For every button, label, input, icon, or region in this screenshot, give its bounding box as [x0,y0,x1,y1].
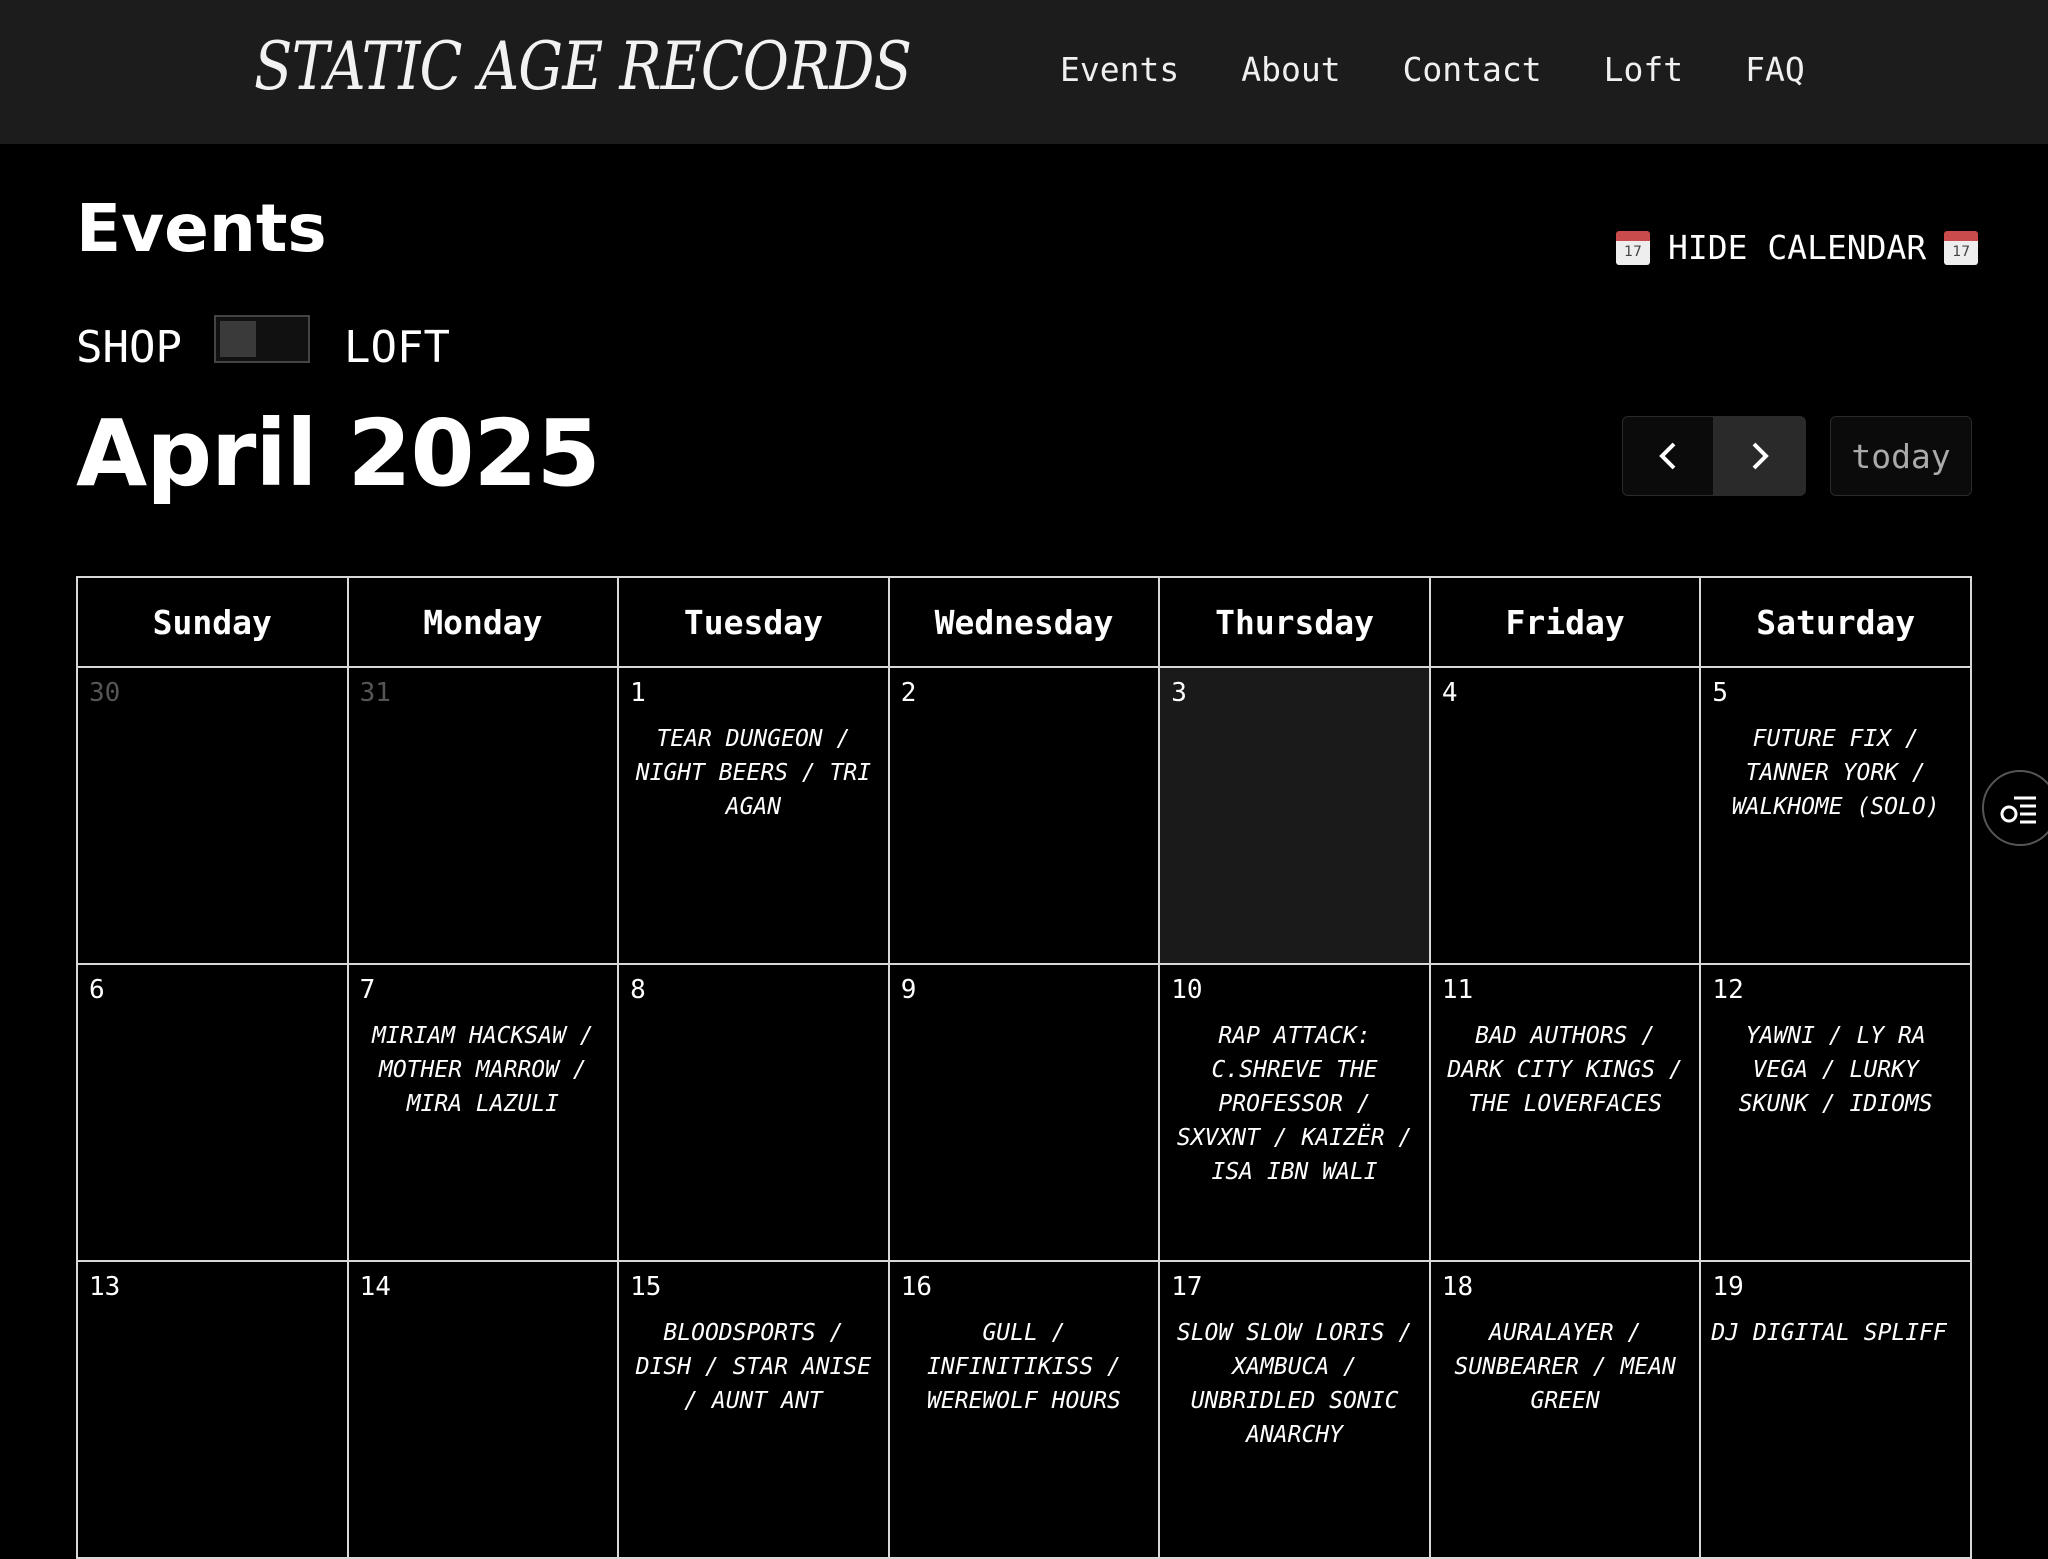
shop-loft-toggle[interactable] [213,314,310,363]
calendar-day-cell[interactable]: 17 SLOW SLOW LORIS / XAMBUCA / UNBRIDLED… [1160,1262,1431,1559]
weekday-header: Friday [1430,578,1702,668]
day-number: 9 [900,975,917,1005]
weekday-header: Saturday [1701,578,1972,668]
event-link[interactable]: YAWNI / LY RA VEGA / LURKY SKUNK / IDIOM… [1711,1019,1960,1121]
prev-month-button[interactable] [1622,416,1714,496]
weekday-header: Wednesday [889,578,1161,668]
toggle-label-loft: LOFT [343,322,450,373]
event-link[interactable]: GULL / INFINITIKISS / WEREWOLF HOURS [900,1316,1149,1418]
calendar-week-row: 30 31 1 TEAR DUNGEON / NIGHT BEERS / TRI… [78,668,1972,965]
nav-contact-link[interactable]: Contact [1403,50,1542,89]
weekday-header: Sunday [78,578,349,668]
day-number: 10 [1171,975,1203,1005]
today-button[interactable]: today [1830,416,1972,496]
day-number: 1 [630,678,646,708]
page-title: Events [76,190,327,267]
event-link[interactable]: BAD AUTHORS / DARK CITY KINGS / THE LOVE… [1441,1019,1690,1121]
calendar-day-cell[interactable]: 6 [78,965,349,1262]
chevron-left-icon [1659,442,1676,470]
day-number: 19 [1712,1272,1744,1302]
site-logo[interactable]: STATIC AGE RECORDS [254,28,912,105]
calendar-week-row: 6 7 MIRIAM HACKSAW / MOTHER MARROW / MIR… [78,965,1972,1262]
chevron-right-icon [1752,442,1769,470]
calendar-day-cell[interactable]: 13 [78,1262,349,1559]
day-number: 17 [1171,1272,1203,1302]
event-link[interactable]: FUTURE FIX / TANNER YORK / WALKHOME (SOL… [1711,722,1960,824]
day-number: 13 [89,1272,121,1302]
calendar-day-cell[interactable]: 7 MIRIAM HACKSAW / MOTHER MARROW / MIRA … [348,965,620,1262]
calendar-day-cell[interactable]: 4 [1430,668,1702,965]
accessibility-menu-button[interactable] [1982,770,2048,846]
nav-events-link[interactable]: Events [1060,50,1179,89]
calendar-day-cell[interactable]: 1 TEAR DUNGEON / NIGHT BEERS / TRI AGAN [619,668,890,965]
calendar-day-cell[interactable]: 14 [348,1262,620,1559]
main-nav: Events About Contact Loft FAQ [1060,50,1867,89]
weekday-header: Tuesday [619,578,890,668]
day-number: 3 [1171,678,1187,708]
calendar-icon: 17 [1616,230,1650,265]
calendar-day-cell[interactable]: 5 FUTURE FIX / TANNER YORK / WALKHOME (S… [1701,668,1972,965]
month-calendar: Sunday Monday Tuesday Wednesday Thursday… [76,576,1972,1559]
nav-about-link[interactable]: About [1241,50,1340,89]
calendar-day-cell[interactable]: 30 [78,668,349,965]
calendar-day-cell[interactable]: 18 AURALAYER / SUNBEARER / MEAN GREEN [1430,1262,1702,1559]
day-number: 14 [359,1272,391,1302]
event-link[interactable]: AURALAYER / SUNBEARER / MEAN GREEN [1441,1316,1690,1418]
calendar-day-cell-today[interactable]: 3 [1160,668,1431,965]
calendar-day-cell[interactable]: 16 GULL / INFINITIKISS / WEREWOLF HOURS [889,1262,1161,1559]
calendar-day-cell[interactable]: 19 DJ DIGITAL SPLIFF [1701,1262,1972,1559]
event-link[interactable]: MIRIAM HACKSAW / MOTHER MARROW / MIRA LA… [359,1019,608,1121]
day-number: 30 [89,678,121,708]
calendar-week-row: 13 14 15 BLOODSPORTS / DISH / STAR ANISE… [78,1262,1972,1559]
hide-calendar-button[interactable]: 17 HIDE CALENDAR 17 [1616,228,1979,267]
hide-calendar-label: HIDE CALENDAR [1668,228,1927,267]
venue-toggle-row: SHOP LOFT [76,314,450,373]
day-number: 18 [1441,1272,1474,1302]
calendar-day-cell[interactable]: 9 [889,965,1161,1262]
event-link[interactable]: RAP ATTACK: C.SHREVE THE PROFESSOR / SXV… [1170,1019,1419,1189]
weekday-header-row: Sunday Monday Tuesday Wednesday Thursday… [78,578,1972,668]
day-number: 11 [1441,975,1474,1005]
day-number: 31 [359,678,391,708]
weekday-header: Thursday [1160,578,1431,668]
event-link[interactable]: TEAR DUNGEON / NIGHT BEERS / TRI AGAN [629,722,878,824]
calendar-day-cell[interactable]: 10 RAP ATTACK: C.SHREVE THE PROFESSOR / … [1160,965,1431,1262]
event-link[interactable]: BLOODSPORTS / DISH / STAR ANISE / AUNT A… [629,1316,878,1418]
calendar-day-cell[interactable]: 31 [348,668,620,965]
day-number: 2 [900,678,917,708]
calendar-day-cell[interactable]: 11 BAD AUTHORS / DARK CITY KINGS / THE L… [1430,965,1702,1262]
month-title: April 2025 [76,400,601,507]
toggle-label-shop: SHOP [76,322,182,373]
day-number: 8 [630,975,646,1005]
day-number: 5 [1712,678,1729,708]
nav-faq-link[interactable]: FAQ [1745,50,1805,89]
calendar-icon: 17 [1944,230,1979,265]
calendar-day-cell[interactable]: 15 BLOODSPORTS / DISH / STAR ANISE / AUN… [619,1262,890,1559]
month-nav-buttons [1622,416,1806,496]
calendar-day-cell[interactable]: 12 YAWNI / LY RA VEGA / LURKY SKUNK / ID… [1701,965,1972,1262]
accessibility-list-icon [2000,796,2036,824]
event-link[interactable]: DJ DIGITAL SPLIFF [1711,1316,1960,1350]
top-nav-bar: STATIC AGE RECORDS Events About Contact … [0,0,2048,144]
day-number: 15 [630,1272,662,1302]
toggle-knob [219,320,256,357]
nav-loft-link[interactable]: Loft [1604,50,1683,89]
weekday-header: Monday [348,578,620,668]
day-number: 12 [1712,975,1744,1005]
day-number: 7 [359,975,376,1005]
day-number: 6 [89,975,105,1005]
next-month-button[interactable] [1714,416,1806,496]
calendar-day-cell[interactable]: 2 [889,668,1161,965]
day-number: 4 [1441,678,1458,708]
day-number: 16 [900,1272,933,1302]
event-link[interactable]: SLOW SLOW LORIS / XAMBUCA / UNBRIDLED SO… [1170,1316,1419,1452]
calendar-day-cell[interactable]: 8 [619,965,890,1262]
